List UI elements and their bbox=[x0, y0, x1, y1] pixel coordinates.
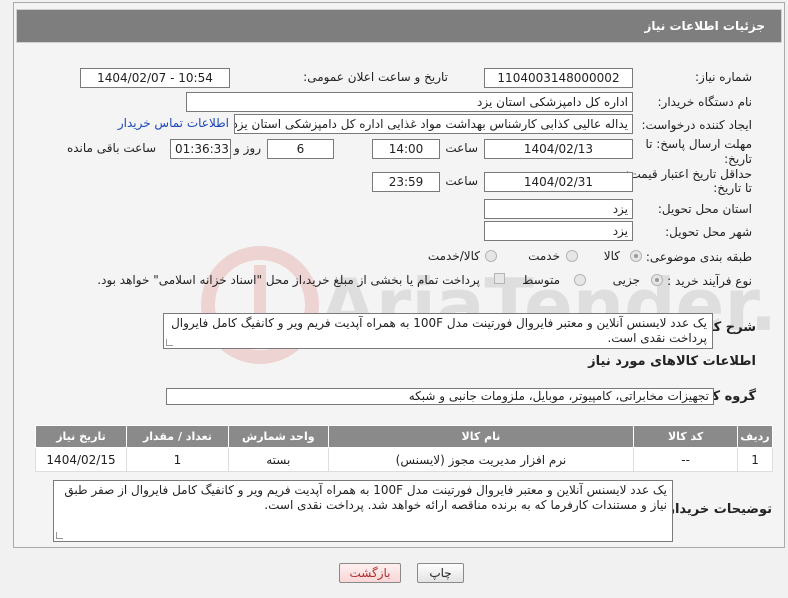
description-textarea[interactable]: یک عدد لایسنس آنلاین و معتبر فایروال فور… bbox=[163, 313, 713, 349]
buyer-field: اداره کل دامپزشکی استان یزد bbox=[186, 92, 633, 112]
category-radio-goods[interactable] bbox=[630, 250, 642, 262]
cell-date: 1404/02/15 bbox=[34, 447, 128, 472]
col-qty-header: تعداد / مقدار bbox=[126, 425, 229, 448]
deadline-time-label: ساعت bbox=[445, 141, 478, 155]
col-unit-header: واحد شمارش bbox=[227, 425, 329, 448]
deadline-date-field: 1404/02/13 bbox=[484, 139, 633, 159]
process-label: نوع فرآیند خرید : bbox=[667, 274, 752, 288]
back-button[interactable]: بازگشت bbox=[339, 563, 401, 583]
table-row: 1 -- نرم افزار مدیریت مجوز (لایسنس) بسته… bbox=[34, 447, 773, 472]
goods-group-field: تجهیزات مخابراتی، کامپیوتر، موبایل، ملزو… bbox=[166, 388, 714, 405]
goods-section-title: اطلاعات کالاهای مورد نیاز bbox=[588, 354, 756, 369]
need-number-field: 1104003148000002 bbox=[484, 68, 633, 88]
col-date-header: تاریخ نیاز bbox=[34, 425, 128, 448]
process-radio-minor[interactable] bbox=[651, 274, 663, 286]
validity-label-2: تا تاریخ: bbox=[713, 181, 752, 195]
cell-code: -- bbox=[633, 447, 739, 472]
category-option-service: خدمت bbox=[528, 249, 560, 263]
remaining-label: ساعت باقی مانده bbox=[66, 141, 156, 155]
cell-row: 1 bbox=[737, 447, 773, 472]
deadline-label-1: مهلت ارسال پاسخ: تا bbox=[645, 137, 752, 151]
col-name-header: نام کالا bbox=[327, 425, 635, 448]
process-option-medium: متوسط bbox=[522, 273, 560, 287]
process-radio-medium[interactable] bbox=[574, 274, 586, 286]
buyer-notes-textarea[interactable]: یک عدد لایسنس آنلاین و معتبر فایروال فور… bbox=[53, 480, 673, 542]
category-radio-service[interactable] bbox=[566, 250, 578, 262]
deadline-time-field: 14:00 bbox=[372, 139, 440, 159]
validity-label-1: حداقل تاریخ اعتبار قیمت: bbox=[625, 167, 752, 181]
category-label: طبقه بندی موضوعی: bbox=[645, 250, 752, 264]
announce-field: 1404/02/07 - 10:54 bbox=[80, 68, 230, 88]
panel-title: جزئیات اطلاعات نیاز bbox=[644, 19, 765, 33]
cell-qty: 1 bbox=[126, 447, 229, 472]
validity-time-field: 23:59 bbox=[372, 172, 440, 192]
city-field: یزد bbox=[484, 221, 633, 241]
category-option-both: کالا/خدمت bbox=[427, 249, 480, 263]
col-code-header: کد کالا bbox=[633, 425, 739, 448]
province-field: یزد bbox=[484, 199, 633, 219]
treasury-checkbox[interactable] bbox=[494, 273, 505, 284]
process-option-minor: جزیی bbox=[612, 273, 640, 287]
creator-field: یداله عالیی کذابی کارشناس بهداشت مواد غذ… bbox=[234, 114, 633, 134]
col-row-header: ردیف bbox=[737, 425, 773, 448]
payment-note: پرداخت تمام یا بخشی از مبلغ خرید،از محل … bbox=[97, 273, 480, 287]
days-field: 6 bbox=[267, 139, 334, 159]
panel-header: جزئیات اطلاعات نیاز bbox=[16, 9, 782, 43]
deadline-label-2: تاریخ: bbox=[724, 152, 752, 166]
creator-label: ایجاد کننده درخواست: bbox=[641, 118, 752, 132]
days-label: روز و bbox=[234, 141, 261, 155]
cell-name: نرم افزار مدیریت مجوز (لایسنس) bbox=[327, 447, 635, 472]
validity-time-label: ساعت bbox=[445, 174, 478, 188]
cell-unit: بسته bbox=[227, 447, 329, 472]
category-option-goods: کالا bbox=[603, 249, 620, 263]
goods-table: ردیف کد کالا نام کالا واحد شمارش تعداد /… bbox=[34, 425, 773, 472]
validity-date-field: 1404/02/31 bbox=[484, 172, 633, 192]
buyer-label: نام دستگاه خریدار: bbox=[657, 95, 753, 109]
remaining-time-field: 01:36:33 bbox=[170, 139, 231, 159]
goods-table-header: ردیف کد کالا نام کالا واحد شمارش تعداد /… bbox=[34, 425, 773, 448]
province-label: استان محل تحویل: bbox=[657, 202, 752, 216]
contact-buyer-link[interactable]: اطلاعات تماس خریدار bbox=[118, 116, 229, 130]
category-radio-both[interactable] bbox=[485, 250, 497, 262]
announce-label: تاریخ و ساعت اعلان عمومی: bbox=[303, 70, 448, 84]
city-label: شهر محل تحویل: bbox=[665, 225, 752, 239]
buyer-notes-label: توضیحات خریدار: bbox=[662, 502, 772, 517]
print-button[interactable]: چاپ bbox=[417, 563, 464, 583]
need-number-label: شماره نیاز: bbox=[695, 70, 752, 84]
